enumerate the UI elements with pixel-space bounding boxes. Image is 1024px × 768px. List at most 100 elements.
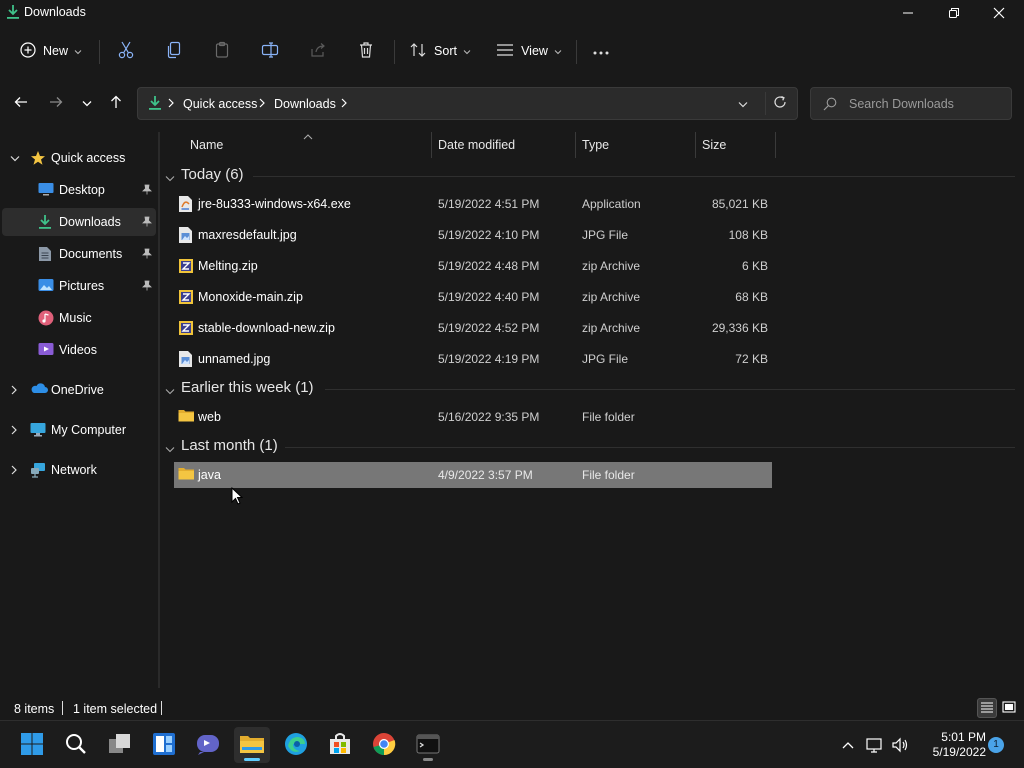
view-button[interactable]: View [492,36,566,66]
store-button[interactable] [322,727,358,763]
group-header-today[interactable]: Today (6) [165,164,1015,188]
network-icon [30,462,46,478]
up-button[interactable] [104,91,128,115]
tiles-view-button[interactable] [999,698,1019,718]
start-button[interactable] [14,727,50,763]
group-header-last-month[interactable]: Last month (1) [165,435,1015,459]
minimize-button[interactable] [885,0,931,28]
sidebar-item-network[interactable]: Network [2,456,156,484]
show-hidden-icons-chevron-icon[interactable] [838,735,858,755]
network-status-icon[interactable] [865,735,885,755]
sidebar-item-quick-access[interactable]: Quick access [2,144,156,172]
image-file-icon [178,226,194,244]
column-divider[interactable] [695,132,696,158]
file-row[interactable]: Melting.zip 5/19/2022 4:48 PM zip Archiv… [174,252,772,280]
file-row[interactable]: maxresdefault.jpg 5/19/2022 4:10 PM JPG … [174,221,772,249]
pictures-icon [38,278,54,294]
column-header-name[interactable]: Name [190,132,430,158]
file-name: Melting.zip [198,259,258,273]
close-button[interactable] [976,0,1022,28]
chevron-right-icon[interactable] [10,464,18,478]
address-history-dropdown[interactable] [738,97,748,111]
pane-divider[interactable] [158,132,160,688]
computer-icon [30,422,46,438]
file-date: 5/19/2022 4:48 PM [438,259,540,273]
sidebar-item-downloads[interactable]: Downloads [2,208,156,236]
breadcrumb-quick-access[interactable]: Quick access [183,97,257,111]
widgets-button[interactable] [146,727,182,763]
file-type: JPG File [582,352,629,366]
rename-button[interactable] [256,36,284,66]
sidebar-item-music[interactable]: Music [2,304,156,332]
forward-button[interactable] [44,91,68,115]
share-button[interactable] [304,36,332,66]
file-date: 5/19/2022 4:40 PM [438,290,540,304]
refresh-icon[interactable] [772,94,788,113]
sidebar-item-label: Music [59,311,92,325]
column-divider[interactable] [431,132,432,158]
column-header-size[interactable]: Size [702,132,772,158]
file-name: Monoxide-main.zip [198,290,303,304]
file-type: zip Archive [582,290,641,304]
file-explorer-taskbar-button[interactable] [234,727,270,763]
terminal-button[interactable] [410,727,446,763]
file-row[interactable]: stable-download-new.zip 5/19/2022 4:52 P… [174,314,772,342]
start-icon [20,732,44,759]
cut-button[interactable] [112,36,140,66]
sort-button[interactable]: Sort [404,36,476,66]
chevron-right-icon [341,97,347,111]
delete-button[interactable] [352,36,380,66]
back-button[interactable] [9,91,33,115]
new-button[interactable]: New [14,36,88,66]
file-row-selected[interactable]: java 4/9/2022 3:57 PM File folder [174,462,772,488]
command-bar: New Sort View [0,28,1024,74]
details-view-button[interactable] [977,698,997,718]
file-row[interactable]: web 5/16/2022 9:35 PM File folder [174,403,772,431]
search-box[interactable] [810,87,1012,120]
group-label: Earlier this week (1) [181,379,314,396]
task-view-button[interactable] [102,727,138,763]
sidebar-item-videos[interactable]: Videos [2,336,156,364]
chrome-button[interactable] [366,727,402,763]
file-row[interactable]: unnamed.jpg 5/19/2022 4:19 PM JPG File 7… [174,345,772,373]
chevron-down-icon [165,171,175,185]
search-input[interactable] [849,95,1004,113]
column-divider[interactable] [775,132,776,158]
minimize-icon [902,7,914,22]
breadcrumb-downloads[interactable]: Downloads [274,97,336,111]
chevron-down-icon [74,44,82,58]
edge-button[interactable] [278,727,314,763]
teams-chat-button[interactable] [190,727,226,763]
group-header-earlier-this-week[interactable]: Earlier this week (1) [165,377,1015,401]
sidebar-item-onedrive[interactable]: OneDrive [2,376,156,404]
notification-badge[interactable]: 1 [988,737,1004,753]
chevron-right-icon[interactable] [10,384,18,398]
column-header-type[interactable]: Type [582,132,692,158]
column-header-date[interactable]: Date modified [438,132,574,158]
file-size: 108 KB [728,228,768,242]
clock[interactable]: 5:01 PM 5/19/2022 [916,730,986,760]
sidebar-item-label: Downloads [59,215,121,229]
taskbar-search-button[interactable] [58,727,94,763]
volume-icon[interactable] [890,735,910,755]
copy-button[interactable] [160,36,188,66]
file-row[interactable]: jre-8u333-windows-x64.exe 5/19/2022 4:51… [174,190,772,218]
pin-icon [142,280,152,294]
desktop-icon [38,182,54,198]
more-options-button[interactable] [586,36,616,66]
sidebar-item-pictures[interactable]: Pictures [2,272,156,300]
recent-locations-button[interactable] [75,91,99,115]
sidebar-item-my-computer[interactable]: My Computer [2,416,156,444]
sidebar-item-label: OneDrive [51,383,104,397]
paste-button[interactable] [208,36,236,66]
chevron-down-icon[interactable] [10,152,20,166]
chevron-right-icon[interactable] [10,424,18,438]
onedrive-icon [30,382,48,398]
plus-circle-icon [20,41,36,61]
restore-button[interactable] [931,0,977,28]
sidebar-item-documents[interactable]: Documents [2,240,156,268]
sidebar-item-desktop[interactable]: Desktop [2,176,156,204]
column-divider[interactable] [575,132,576,158]
file-row[interactable]: Monoxide-main.zip 5/19/2022 4:40 PM zip … [174,283,772,311]
address-bar[interactable]: Quick access Downloads [137,87,798,120]
